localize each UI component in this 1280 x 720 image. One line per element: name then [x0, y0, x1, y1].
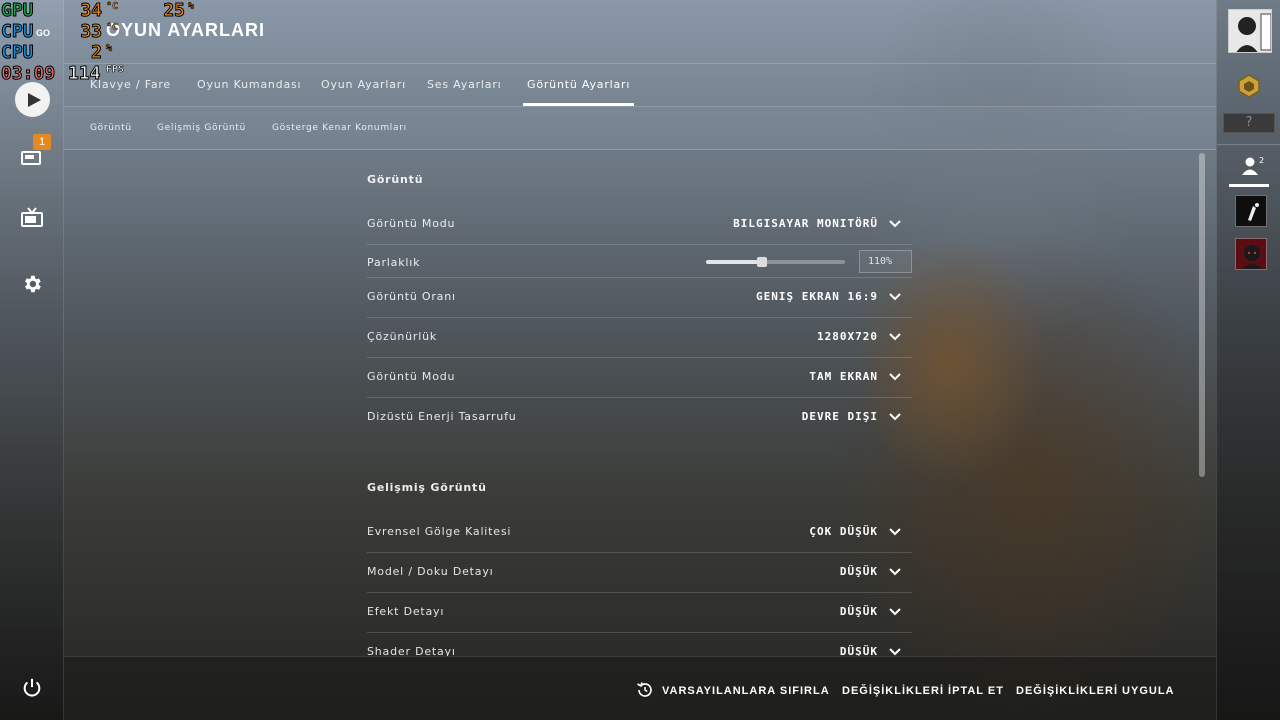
chevron-down-icon — [889, 413, 901, 421]
setting-value: DÜŞÜK — [839, 645, 878, 656]
setting-value: DÜŞÜK — [839, 605, 878, 618]
brightness-value-input[interactable]: 110% — [859, 250, 912, 273]
setting-value: ÇOK DÜŞÜK — [809, 525, 878, 538]
setting-label: Evrensel Gölge Kalitesi — [367, 525, 512, 538]
reset-defaults-button[interactable]: VARSAYILANLARA SIFIRLA — [662, 685, 830, 697]
friend-avatar-image — [1236, 239, 1266, 269]
setting-value: 1280X720 — [817, 330, 878, 343]
player-avatar-image — [1229, 10, 1271, 52]
friends-count: 2 — [1259, 156, 1265, 165]
apply-changes-button[interactable]: DEĞİŞİKLİKLERİ UYGULA — [1016, 685, 1175, 697]
chevron-down-icon — [889, 220, 901, 228]
tab-controller[interactable]: Oyun Kumandası — [197, 64, 301, 106]
footer-actions: VARSAYILANLARA SIFIRLA DEĞİŞİKLİKLERİ İP… — [64, 656, 1216, 720]
setting-label: Çözünürlük — [367, 330, 438, 343]
overlay-cpu-temp-unit: °C — [106, 22, 119, 34]
subtab-advanced-video[interactable]: Gelişmiş Görüntü — [157, 107, 246, 149]
quit-button[interactable] — [14, 670, 50, 706]
level-rank-icon[interactable] — [1235, 72, 1263, 100]
watch-button[interactable] — [14, 200, 50, 236]
setting-row-shader-detail[interactable]: Shader Detayı DÜŞÜK — [367, 633, 912, 656]
chevron-down-icon — [889, 373, 901, 381]
video-subtabs: Görüntü Gelişmiş Görüntü Gösterge Kenar … — [64, 107, 1216, 150]
overlay-gpu-load: 25 — [163, 0, 186, 21]
reset-history-icon — [637, 682, 652, 697]
setting-value: DEVRE DIŞI — [801, 410, 878, 423]
cancel-changes-button[interactable]: DEĞİŞİKLİKLERİ İPTAL ET — [842, 685, 1004, 697]
competitive-rank-badge[interactable]: ? — [1223, 113, 1275, 133]
settings-button[interactable] — [14, 266, 50, 302]
subtab-video[interactable]: Görüntü — [90, 107, 132, 149]
setting-row-model-texture-detail[interactable]: Model / Doku Detayı DÜŞÜK — [367, 553, 912, 593]
overlay-cpu-load-unit: % — [106, 43, 113, 55]
brightness-slider-handle[interactable] — [756, 257, 767, 267]
overlay-cpu-load: 2 — [91, 42, 103, 63]
version-label: GO — [36, 28, 51, 38]
settings-tabs: Klavye / Fare Oyun Kumandası Oyun Ayarla… — [64, 64, 1216, 107]
chevron-down-icon — [889, 528, 901, 536]
setting-label: Görüntü Modu — [367, 370, 456, 383]
chevron-down-icon — [889, 333, 901, 341]
setting-label: Shader Detayı — [367, 645, 456, 656]
overlay-cpu2-label: CPU — [1, 42, 35, 63]
section-title-advanced-video: Gelişmiş Görüntü — [367, 481, 487, 494]
friends-icon[interactable] — [1240, 156, 1260, 176]
setting-label: Görüntü Oranı — [367, 290, 456, 303]
tab-video-settings[interactable]: Görüntü Ayarları — [522, 64, 635, 106]
overlay-gpu-temp-unit: °C — [106, 1, 119, 13]
tab-game-settings[interactable]: Oyun Ayarları — [321, 64, 406, 106]
subtab-hud-edge-positions[interactable]: Gösterge Kenar Konumları — [272, 107, 407, 149]
setting-label: Model / Doku Detayı — [367, 565, 494, 578]
notification-badge: 1 — [33, 134, 51, 150]
player-avatar[interactable] — [1228, 9, 1272, 53]
setting-row-laptop-power-saving[interactable]: Dizüstü Enerji Tasarrufu DEVRE DIŞI — [367, 398, 912, 438]
setting-row-resolution[interactable]: Çözünürlük 1280X720 — [367, 318, 912, 358]
setting-value: GENIŞ EKRAN 16:9 — [756, 290, 878, 303]
setting-row-window-mode[interactable]: Görüntü Modu TAM EKRAN — [367, 358, 912, 398]
friend-avatar-image — [1236, 196, 1266, 226]
overlay-gpu-label: GPU — [1, 0, 35, 21]
setting-label: Dizüstü Enerji Tasarrufu — [367, 410, 517, 423]
tab-keyboard-mouse[interactable]: Klavye / Fare — [90, 64, 171, 106]
play-icon — [28, 92, 41, 107]
setting-label: Efekt Detayı — [367, 605, 445, 618]
setting-row-shadow-quality[interactable]: Evrensel Gölge Kalitesi ÇOK DÜŞÜK — [367, 513, 912, 553]
chevron-down-icon — [889, 293, 901, 301]
setting-value: DÜŞÜK — [839, 565, 878, 578]
right-social-rail: ? 2 — [1216, 0, 1280, 720]
overlay-cpu-temp: 33 — [80, 21, 103, 42]
setting-value: TAM EKRAN — [809, 370, 878, 383]
power-icon — [23, 678, 41, 697]
setting-label: Görüntü Modu — [367, 217, 456, 230]
friends-tab-indicator — [1229, 184, 1269, 187]
section-title-video: Görüntü — [367, 173, 424, 186]
setting-label: Parlaklık — [367, 256, 421, 269]
tv-icon — [21, 207, 43, 227]
overlay-clock: 03:09 — [0, 63, 56, 84]
friend-avatar[interactable] — [1235, 195, 1267, 227]
setting-row-aspect-ratio[interactable]: Görüntü Oranı GENIŞ EKRAN 16:9 — [367, 278, 912, 318]
overlay-cpu-label: CPU — [1, 21, 35, 42]
chevron-down-icon — [889, 648, 901, 656]
setting-row-display-mode[interactable]: Görüntü Modu BILGISAYAR MONITÖRÜ — [367, 205, 912, 245]
setting-value: BILGISAYAR MONITÖRÜ — [733, 217, 878, 230]
gear-icon — [25, 275, 41, 293]
left-navigation-rail: 1 — [0, 0, 64, 720]
overlay-gpu-load-unit: % — [188, 1, 195, 13]
brightness-slider[interactable] — [706, 257, 845, 267]
setting-row-brightness: Parlaklık 110% — [367, 245, 912, 278]
rail-divider — [1217, 144, 1280, 145]
friend-avatar[interactable] — [1235, 238, 1267, 270]
overlay-gpu-temp: 34 — [80, 0, 103, 21]
chevron-down-icon — [889, 608, 901, 616]
settings-content: Görüntü Görüntü Modu BILGISAYAR MONITÖRÜ… — [367, 150, 912, 656]
brightness-slider-fill — [706, 260, 762, 264]
tab-audio-settings[interactable]: Ses Ayarları — [427, 64, 502, 106]
settings-scrollbar[interactable] — [1199, 153, 1205, 477]
setting-row-effect-detail[interactable]: Efekt Detayı DÜŞÜK — [367, 593, 912, 633]
chevron-down-icon — [889, 568, 901, 576]
